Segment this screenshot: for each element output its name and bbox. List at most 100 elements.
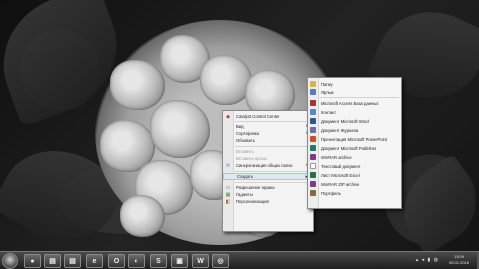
menu-item-sync-shared-folders[interactable]: ⟳ Синхронизация общих папок ▸ [223, 162, 313, 169]
menu-separator [235, 146, 311, 147]
menu-item-paste[interactable]: Вставить [223, 148, 313, 155]
submenu-item-label: Документ Microsoft Publisher [321, 145, 377, 151]
menu-item-label: Разрешение экрана [236, 185, 275, 190]
menu-item-personalize[interactable]: ◧ Персонализация [223, 198, 313, 205]
menu-item-label: Создать [237, 174, 253, 179]
taskbar-button-opera[interactable]: O [108, 254, 125, 268]
submenu-item-folder[interactable]: Папку [308, 80, 401, 88]
system-tray[interactable]: ▴ ◂ ▮ ◍ [416, 257, 439, 263]
submenu-item-label: WinRAR ZIP archive [321, 181, 360, 187]
excel-icon [310, 172, 316, 178]
menu-item-label: Персонализация [236, 199, 269, 204]
menu-item-paste-shortcut[interactable]: Вставить ярлык [223, 155, 313, 162]
taskbar-button-explorer[interactable]: ▤ [44, 254, 61, 268]
taskbar-button-app-2[interactable]: ◎ [212, 254, 229, 268]
submenu-item-powerpoint[interactable]: Презентация Microsoft PowerPoint [308, 135, 401, 143]
submenu-item-briefcase[interactable]: Портфель [308, 189, 401, 197]
submenu-item-label: Microsoft Access База данных [321, 100, 379, 106]
folder-icon [310, 81, 316, 87]
taskbar-button-media[interactable]: ▣ [171, 254, 188, 268]
sync-icon: ⟳ [225, 162, 231, 169]
winrar-zip-icon [310, 181, 316, 187]
word-icon [310, 118, 316, 124]
menu-item-label: Catalyst Control Center [236, 114, 280, 119]
powerpoint-icon [310, 136, 316, 142]
text-doc-icon [310, 163, 316, 169]
submenu-item-text-doc[interactable]: Текстовый документ [308, 162, 401, 170]
submenu-item-label: Ярлык [321, 89, 334, 95]
folder-icon: ▤ [69, 258, 76, 265]
submenu-item-label: Папку [321, 81, 333, 87]
menu-item-label: Синхронизация общих папок [236, 163, 293, 168]
taskbar-clock[interactable]: 13:09 05.01.2016 [442, 254, 476, 266]
access-icon [310, 100, 316, 106]
menu-item-label: Сортировка [236, 131, 259, 136]
app-icon: ◎ [217, 258, 224, 265]
taskbar-button-browser[interactable]: e [86, 254, 103, 268]
submenu-item-label: Документ Microsoft Word [321, 118, 369, 124]
menu-item-sort[interactable]: Сортировка ▸ [223, 130, 313, 137]
submenu-item-label: Портфель [321, 190, 341, 196]
menu-separator [235, 182, 311, 183]
app-icon: ◐ [134, 257, 139, 265]
menu-item-label: Вставить ярлык [236, 156, 267, 161]
contact-icon [310, 109, 316, 115]
submenu-item-label: WinRAR archive [321, 154, 352, 160]
flower-petal [150, 100, 210, 158]
new-item-submenu: Папку Ярлык Microsoft Access База данных… [307, 77, 402, 209]
media-icon: ▣ [176, 258, 183, 265]
submenu-item-label: Презентация Microsoft PowerPoint [321, 136, 388, 142]
menu-separator [320, 97, 399, 98]
menu-item-label: Вид [236, 124, 244, 129]
taskbar-button-app[interactable]: ◐ [128, 254, 145, 268]
catalyst-icon: ◆ [226, 113, 230, 120]
submenu-item-label: Контакт [321, 109, 337, 115]
menu-item-catalyst-control-center[interactable]: ◆ Catalyst Control Center [223, 113, 313, 120]
display-icon: ▭ [225, 184, 231, 191]
submenu-item-label: Документ Журнала [321, 127, 359, 133]
menu-item-label: Вставить [236, 149, 254, 154]
gadgets-icon: ▦ [225, 191, 231, 198]
submenu-item-winrar-zip[interactable]: WinRAR ZIP archive [308, 180, 401, 188]
winrar-icon [310, 154, 316, 160]
menu-item-new[interactable]: Создать ▸ [223, 173, 313, 180]
submenu-item-word-doc[interactable]: Документ Microsoft Word [308, 117, 401, 125]
flower-petal [120, 195, 165, 237]
media-player-icon: ● [30, 257, 35, 265]
menu-item-view[interactable]: Вид ▸ [223, 123, 313, 130]
menu-item-gadgets[interactable]: ▦ Гаджеты [223, 191, 313, 198]
flower-petal [110, 60, 165, 110]
browser-icon: e [92, 257, 97, 265]
menu-item-refresh[interactable]: Обновить [223, 137, 313, 144]
taskbar: ● ▤ ▤ e O ◐ S ▣ W ◎ ▴ ◂ ▮ ◍ 13:09 05.01.… [0, 251, 479, 269]
submenu-item-shortcut[interactable]: Ярлык [308, 88, 401, 96]
submenu-item-label: Лист Microsoft Excel [321, 172, 360, 178]
submenu-item-excel[interactable]: Лист Microsoft Excel [308, 171, 401, 179]
desktop-context-menu: ◆ Catalyst Control Center Вид ▸ Сортиров… [222, 110, 314, 232]
clock-date: 05.01.2016 [448, 260, 470, 265]
submenu-item-winrar-archive[interactable]: WinRAR archive [308, 153, 401, 161]
menu-separator [235, 171, 311, 172]
submenu-item-publisher[interactable]: Документ Microsoft Publisher [308, 144, 401, 152]
submenu-item-label: Текстовый документ [321, 163, 361, 169]
taskbar-button-explorer-2[interactable]: ▤ [64, 254, 81, 268]
menu-item-screen-resolution[interactable]: ▭ Разрешение экрана [223, 184, 313, 191]
menu-item-label: Обновить [236, 138, 255, 143]
menu-item-label: Гаджеты [236, 192, 253, 197]
submenu-item-contact[interactable]: Контакт [308, 108, 401, 116]
word-icon: W [197, 257, 204, 265]
submenu-item-journal-doc[interactable]: Документ Журнала [308, 126, 401, 134]
start-button[interactable] [2, 253, 18, 269]
submenu-item-access-db[interactable]: Microsoft Access База данных [308, 99, 401, 107]
journal-icon [310, 127, 316, 133]
folder-icon: ▤ [49, 258, 56, 265]
taskbar-button-media-player[interactable]: ● [24, 254, 41, 268]
personalize-icon: ◧ [225, 198, 231, 205]
publisher-icon [310, 145, 316, 151]
briefcase-icon [310, 190, 316, 196]
shortcut-icon [310, 89, 316, 95]
opera-icon: O [113, 257, 120, 265]
menu-separator [235, 121, 311, 122]
taskbar-button-word[interactable]: W [192, 254, 209, 268]
taskbar-button-skype[interactable]: S [150, 254, 167, 268]
